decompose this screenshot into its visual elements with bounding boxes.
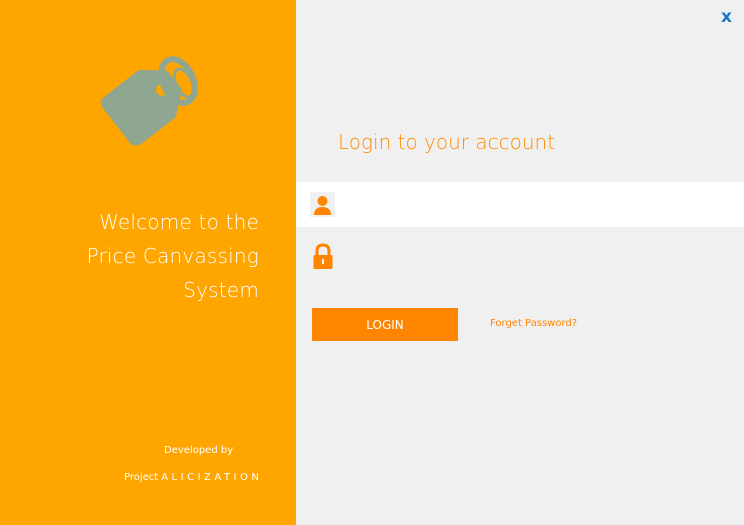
welcome-line-2: Price Canvassing — [86, 244, 259, 268]
login-panel: x Login to your account LOGIN Forget Pas… — [296, 0, 744, 525]
username-input[interactable] — [344, 188, 738, 222]
username-row — [296, 182, 744, 227]
welcome-panel: Welcome to the Price Canvassing System D… — [0, 0, 296, 525]
welcome-text: Welcome to the Price Canvassing System — [29, 205, 259, 307]
lock-icon — [313, 243, 333, 269]
close-icon[interactable]: x — [721, 7, 732, 27]
project-credit: Project ALICIZATION — [124, 472, 262, 483]
login-button[interactable]: LOGIN — [312, 308, 458, 341]
project-label: Project — [124, 472, 159, 483]
user-icon — [310, 192, 335, 217]
forgot-password-link[interactable]: Forget Password? — [490, 318, 577, 329]
close-button[interactable]: x — [721, 7, 732, 27]
developed-by-label: Developed by — [164, 445, 234, 456]
project-name: ALICIZATION — [161, 472, 263, 483]
password-input[interactable] — [344, 241, 738, 275]
login-title: Login to your account — [338, 130, 556, 154]
welcome-line-3: System — [183, 278, 259, 302]
password-row — [296, 236, 744, 278]
welcome-line-1: Welcome to the — [99, 210, 259, 234]
price-tag-icon — [100, 56, 198, 145]
